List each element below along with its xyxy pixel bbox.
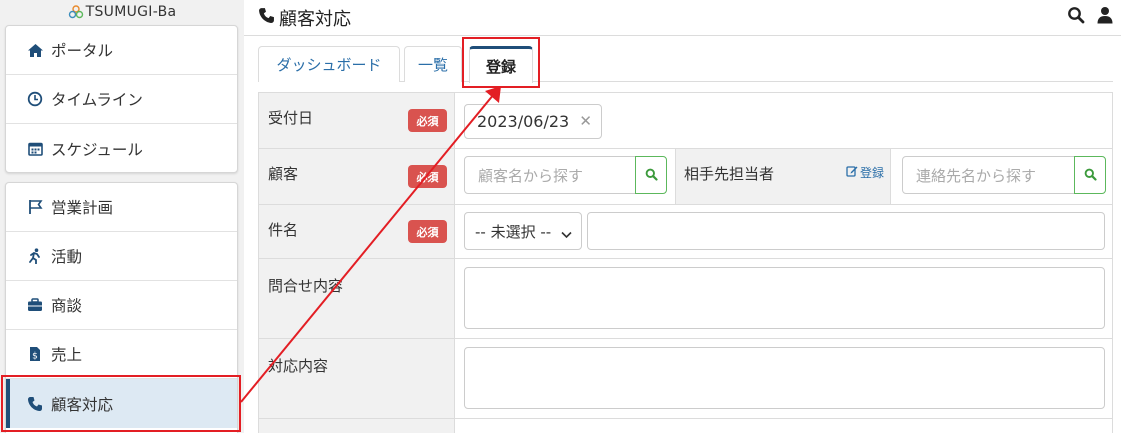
field-label-cell: 受付日 必須 (259, 93, 455, 148)
clock-icon (26, 90, 44, 108)
sidebar-item-schedule[interactable]: スケジュール (6, 124, 237, 172)
contact-search-button[interactable] (1074, 156, 1106, 194)
logo: TSUMUGI-Ba (0, 0, 244, 24)
response-textarea[interactable] (464, 347, 1105, 409)
user-icon[interactable] (1097, 6, 1113, 28)
sidebar-item-label: ポータル (51, 42, 114, 60)
form-row-subject: 件名 必須 -- 未選択 -- (259, 205, 1112, 259)
page-title: 顧客対応 (279, 8, 351, 30)
briefcase-icon (26, 296, 44, 314)
search-icon[interactable] (1067, 6, 1085, 28)
nav-group-primary: ポータル タイムライン スケジュール (5, 25, 238, 173)
customer-search-button[interactable] (635, 156, 667, 194)
field-label: 問合せ内容 (268, 277, 344, 295)
required-badge: 必須 (408, 109, 447, 132)
contact-search-input[interactable]: 連絡先名から探す (902, 156, 1075, 194)
field-label: 受付日 (268, 109, 314, 127)
contact-register-link[interactable]: 登録 (846, 164, 884, 181)
sidebar-item-label: 活動 (51, 248, 83, 266)
contact-register-label: 登録 (859, 166, 884, 180)
sidebar-item-sales-plan[interactable]: 営業計画 (6, 183, 237, 232)
tab-bar: ダッシュボード 一覧 登録 (258, 46, 1113, 83)
clear-icon[interactable]: ✕ (579, 112, 592, 130)
form-row-response: 対応内容 (259, 339, 1112, 419)
sidebar: TSUMUGI-Ba ポータル タイムライン スケジュール 営業計画 活動 商談… (0, 0, 244, 433)
input-placeholder: 顧客名から探す (478, 166, 584, 185)
tab-list[interactable]: 一覧 (404, 46, 462, 82)
annotation-highlight-sidebar (1, 375, 241, 432)
required-badge: 必須 (408, 165, 447, 188)
field-label-cell: 対応内容 (259, 339, 455, 418)
header-actions (1067, 6, 1113, 28)
field-label: 顧客 (268, 165, 299, 183)
inquiry-textarea[interactable] (464, 267, 1105, 329)
registration-form: 受付日 必須 2023/06/23 ✕ 顧客 必須 顧客名から探す 相手先担当者… (258, 92, 1113, 433)
field-label: 相手先担当者 (684, 165, 775, 183)
field-label-cell (259, 419, 455, 433)
tab-dashboard[interactable]: ダッシュボード (258, 46, 400, 82)
page-header: 顧客対応 (244, 0, 1121, 36)
search-icon (645, 166, 658, 185)
running-icon (26, 247, 44, 265)
sidebar-item-label: 商談 (51, 297, 83, 315)
app-window: TSUMUGI-Ba ポータル タイムライン スケジュール 営業計画 活動 商談… (0, 0, 1121, 433)
subject-input[interactable] (587, 212, 1105, 250)
field-label: 対応内容 (268, 357, 329, 375)
edit-icon (846, 165, 858, 180)
field-label-cell: 顧客 必須 (259, 149, 455, 204)
form-row-next (259, 419, 1112, 433)
select-value: -- 未選択 -- (475, 222, 552, 241)
sidebar-item-timeline[interactable]: タイムライン (6, 75, 237, 124)
subject-category-select[interactable]: -- 未選択 -- (464, 212, 582, 250)
customer-search-input[interactable]: 顧客名から探す (464, 156, 636, 194)
sidebar-item-revenue[interactable]: $ 売上 (6, 330, 237, 379)
calendar-icon (26, 140, 44, 158)
invoice-icon: $ (26, 345, 44, 363)
sidebar-item-label: 売上 (51, 346, 83, 364)
form-row-date: 受付日 必須 2023/06/23 ✕ (259, 93, 1112, 149)
chevron-down-icon (561, 225, 572, 243)
date-value: 2023/06/23 (477, 112, 570, 131)
svg-text:$: $ (32, 352, 38, 362)
phone-icon (258, 7, 275, 28)
sidebar-item-label: 営業計画 (51, 199, 114, 217)
sidebar-item-label: スケジュール (51, 140, 143, 159)
input-placeholder: 連絡先名から探す (916, 166, 1037, 185)
logo-icon (68, 5, 83, 19)
home-icon (26, 41, 44, 59)
flag-icon (26, 198, 44, 216)
sidebar-item-deals[interactable]: 商談 (6, 281, 237, 330)
required-badge: 必須 (408, 220, 447, 243)
form-row-customer: 顧客 必須 顧客名から探す 相手先担当者 登録 連絡先名から探す (259, 149, 1112, 205)
field-label-cell: 件名 必須 (259, 205, 455, 258)
sidebar-item-label: タイムライン (51, 91, 143, 109)
sidebar-item-portal[interactable]: ポータル (6, 26, 237, 75)
logo-text: TSUMUGI-Ba (85, 4, 177, 20)
contact-label-cell: 相手先担当者 登録 (675, 149, 891, 204)
annotation-highlight-tab (462, 37, 540, 88)
field-label: 件名 (268, 221, 299, 239)
field-label-cell: 問合せ内容 (259, 259, 455, 338)
sidebar-item-activity[interactable]: 活動 (6, 232, 237, 281)
search-icon (1084, 166, 1097, 185)
form-row-inquiry: 問合せ内容 (259, 259, 1112, 339)
date-field[interactable]: 2023/06/23 ✕ (464, 104, 602, 139)
